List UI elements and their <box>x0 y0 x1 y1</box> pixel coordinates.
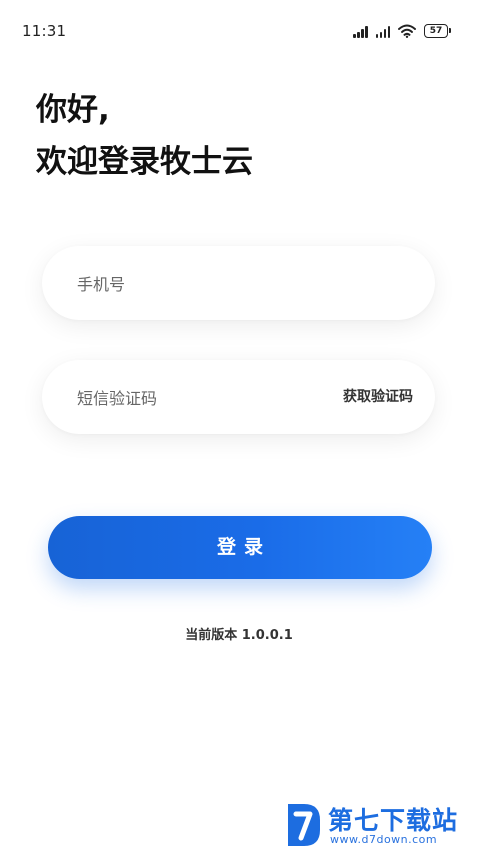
status-time: 11:31 <box>22 22 67 40</box>
phone-input[interactable] <box>75 246 409 322</box>
status-bar: 11:31 57 <box>0 0 478 60</box>
watermark: 第七下载站 www.d7down.com <box>284 800 478 850</box>
get-code-button[interactable]: 获取验证码 <box>343 360 413 434</box>
signal-icon <box>353 24 368 38</box>
version-label: 当前版本 1.0.0.1 <box>185 628 293 643</box>
watermark-title: 第七下载站 <box>328 806 459 835</box>
login-button[interactable]: 登录 <box>48 516 432 579</box>
signal-icon <box>375 24 390 38</box>
greeting-line2: 欢迎登录牧士云 <box>36 144 253 180</box>
phone-field[interactable] <box>42 246 435 322</box>
battery-icon: 57 <box>424 24 451 38</box>
status-icons: 57 <box>353 22 451 38</box>
wifi-icon <box>398 24 416 38</box>
watermark-logo-icon <box>288 804 320 846</box>
sms-code-input[interactable] <box>75 360 309 436</box>
sms-code-field[interactable]: 获取验证码 <box>42 360 435 436</box>
greeting: 你好, 欢迎登录牧士云 <box>36 84 253 188</box>
watermark-url: www.d7down.com <box>330 833 438 846</box>
greeting-line1: 你好, <box>36 92 110 128</box>
